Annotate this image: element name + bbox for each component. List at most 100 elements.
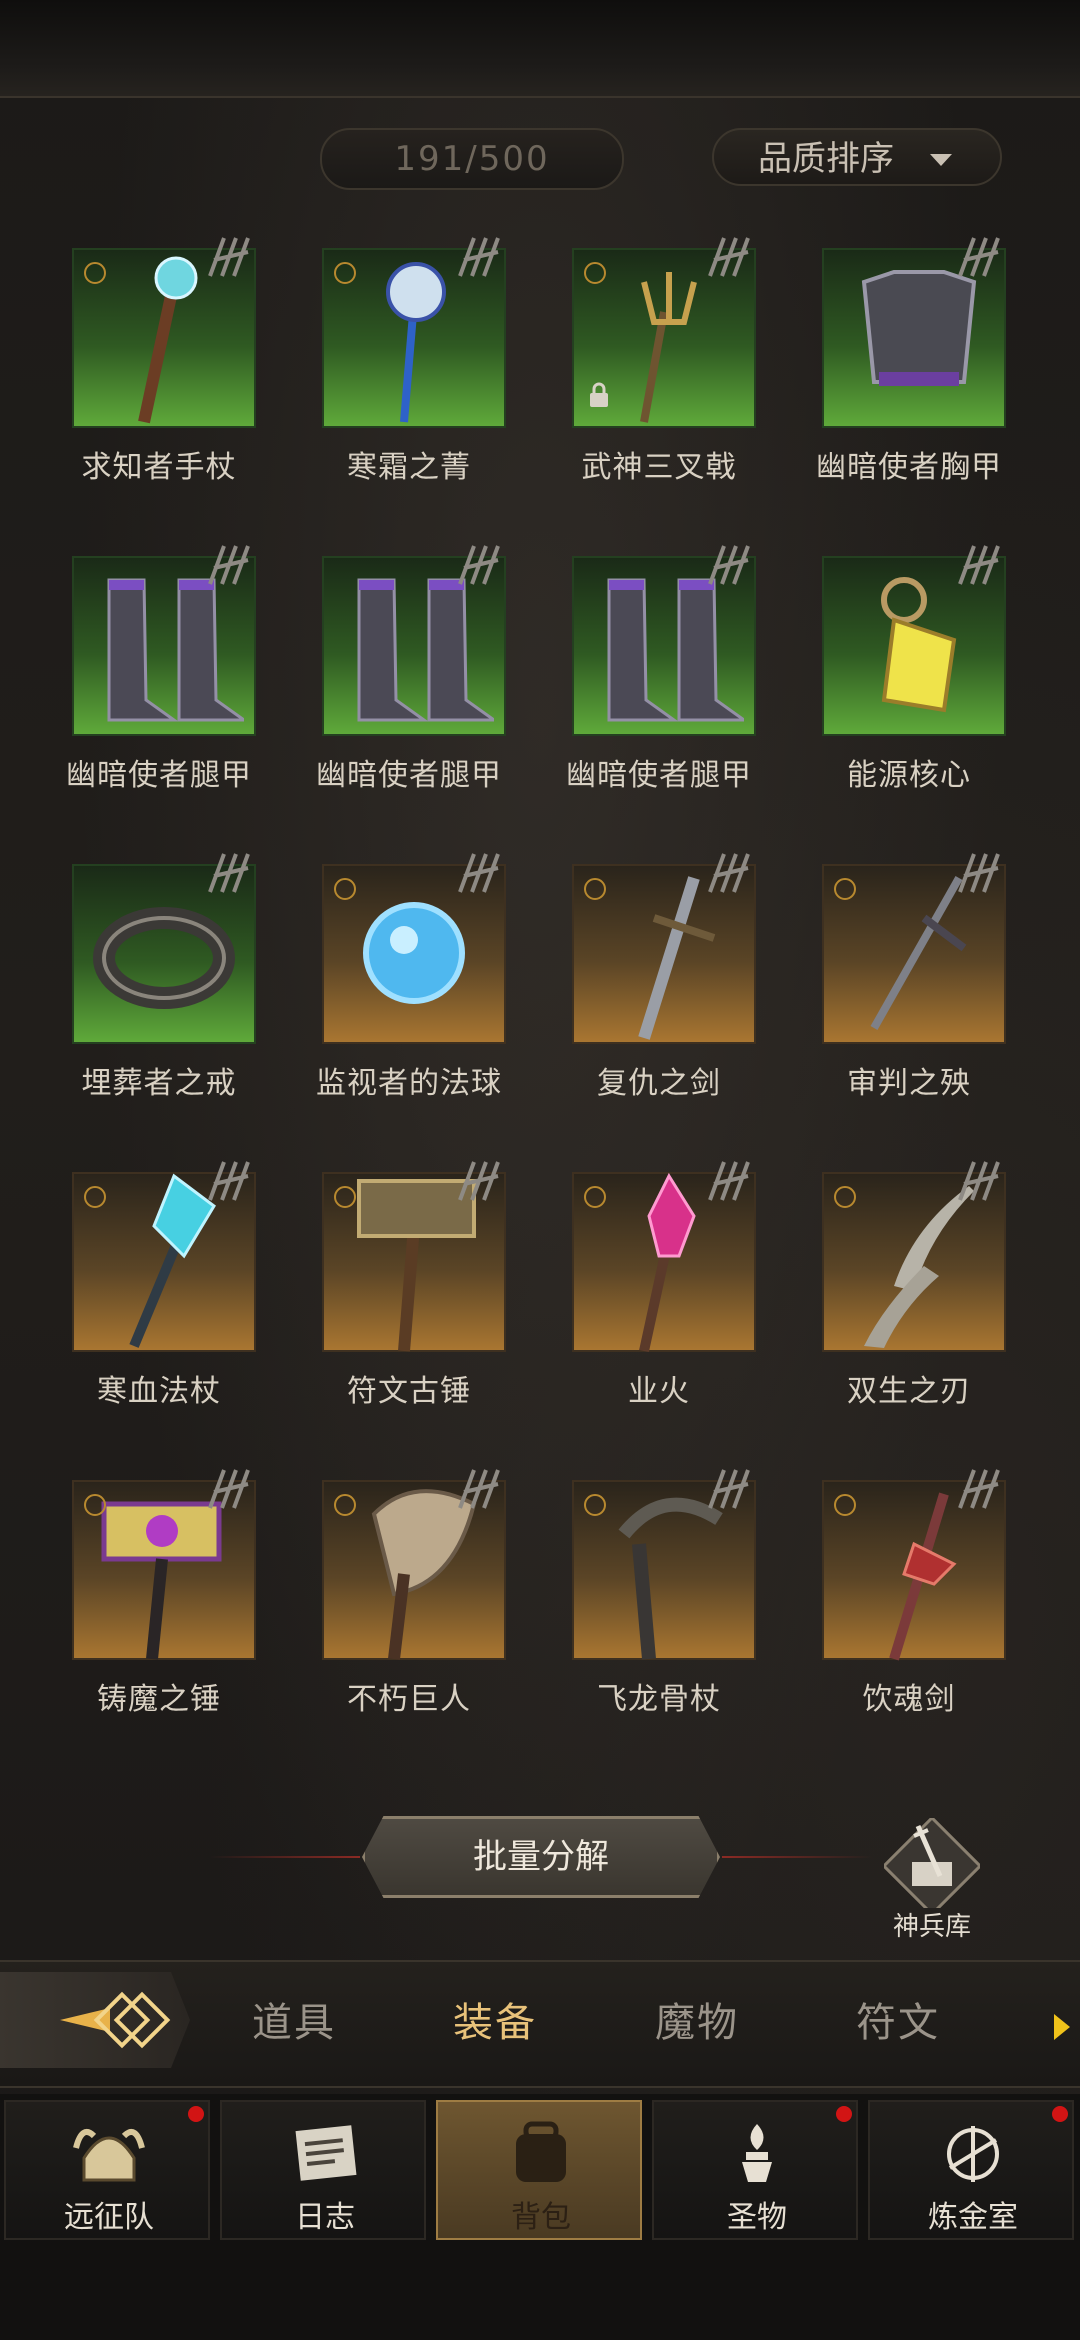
helmet-icon (73, 2129, 145, 2182)
equipment-item[interactable]: 双生之刃 (804, 1156, 1014, 1426)
relic-icon (742, 2124, 772, 2182)
rune-emblem-icon (708, 853, 750, 893)
select-checkbox[interactable] (334, 262, 356, 284)
nav-label: 圣物 (727, 2200, 787, 2235)
equipment-item[interactable]: 寒血法杖 (54, 1156, 264, 1426)
item-name: 幽暗使者腿甲 (316, 758, 502, 793)
equipment-item[interactable]: 幽暗使者腿甲 (54, 540, 264, 810)
rune-emblem-icon (958, 853, 1000, 893)
rune-emblem-icon (208, 1469, 250, 1509)
backpack-icon (516, 2121, 566, 2182)
item-name: 幽暗使者胸甲 (816, 450, 1002, 485)
select-checkbox[interactable] (584, 262, 606, 284)
rune-emblem-icon (458, 1469, 500, 1509)
nav-item-scroll[interactable]: 日志 (220, 2100, 426, 2240)
notification-badge (188, 2106, 204, 2122)
equipment-item[interactable]: 不朽巨人 (304, 1464, 514, 1734)
select-checkbox[interactable] (584, 1494, 606, 1516)
equipment-item[interactable]: 幽暗使者胸甲 (804, 232, 1014, 502)
item-name: 审判之殃 (847, 1066, 971, 1101)
scroll-right-icon[interactable] (1054, 2014, 1070, 2040)
equipment-item[interactable]: 业火 (554, 1156, 764, 1426)
nav-item-relic[interactable]: 圣物 (652, 2100, 858, 2240)
item-name: 监视者的法球 (316, 1066, 502, 1101)
rune-emblem-icon (958, 545, 1000, 585)
rune-emblem-icon (208, 1161, 250, 1201)
lock-icon (590, 382, 608, 407)
equipment-item[interactable]: 符文古锤 (304, 1156, 514, 1426)
inventory-count: 191/500 (320, 128, 624, 190)
tab-monsters[interactable]: 魔物 (627, 1990, 767, 2048)
select-checkbox[interactable] (84, 1186, 106, 1208)
tab-items[interactable]: 道具 (224, 1990, 364, 2048)
nav-item-backpack[interactable]: 背包 (436, 2100, 642, 2240)
equipment-item[interactable]: 求知者手杖 (54, 232, 264, 502)
equipment-item[interactable]: 能源核心 (804, 540, 1014, 810)
notification-badge (1052, 2106, 1068, 2122)
item-name: 能源核心 (847, 758, 971, 793)
select-checkbox[interactable] (584, 878, 606, 900)
back-tab-button[interactable] (0, 1972, 190, 2068)
divider-left (210, 1856, 360, 1858)
equipment-item[interactable]: 监视者的法球 (304, 848, 514, 1118)
select-checkbox[interactable] (834, 1186, 856, 1208)
select-checkbox[interactable] (584, 1186, 606, 1208)
tab-runes[interactable]: 符文 (828, 1990, 968, 2048)
sort-dropdown[interactable]: 品质排序 (712, 128, 1002, 186)
nav-label: 远征队 (64, 2200, 154, 2235)
chevron-down-icon (930, 154, 952, 166)
item-name: 幽暗使者腿甲 (566, 758, 752, 793)
select-checkbox[interactable] (334, 1494, 356, 1516)
batch-dismantle-button[interactable]: 批量分解 (362, 1816, 720, 1898)
select-checkbox[interactable] (334, 1186, 356, 1208)
equipment-item[interactable]: 武神三叉戟 (554, 232, 764, 502)
item-name: 武神三叉戟 (581, 450, 737, 485)
nav-item-helmet[interactable]: 远征队 (4, 2100, 210, 2240)
rune-emblem-icon (458, 1161, 500, 1201)
tab-equipment[interactable]: 装备 (425, 1990, 565, 2048)
nav-label: 日志 (295, 2200, 355, 2235)
item-name: 幽暗使者腿甲 (66, 758, 252, 793)
item-name: 符文古锤 (347, 1374, 471, 1409)
rune-emblem-icon (708, 1469, 750, 1509)
rune-emblem-icon (208, 237, 250, 277)
item-name: 业火 (628, 1374, 690, 1409)
scroll-icon (295, 2125, 357, 2181)
item-name: 不朽巨人 (347, 1682, 471, 1717)
rune-emblem-icon (458, 545, 500, 585)
rune-emblem-icon (458, 853, 500, 893)
equipment-item[interactable]: 铸魔之锤 (54, 1464, 264, 1734)
item-name: 复仇之剑 (597, 1066, 721, 1101)
equipment-item[interactable]: 幽暗使者腿甲 (554, 540, 764, 810)
equipment-item[interactable]: 复仇之剑 (554, 848, 764, 1118)
notification-badge (836, 2106, 852, 2122)
item-name: 寒血法杖 (97, 1374, 221, 1409)
item-name: 求知者手杖 (81, 450, 237, 485)
arsenal-icon (881, 1815, 983, 1917)
select-checkbox[interactable] (84, 262, 106, 284)
item-name: 埋葬者之戒 (81, 1066, 237, 1101)
item-name: 铸魔之锤 (97, 1682, 221, 1717)
select-checkbox[interactable] (334, 878, 356, 900)
equipment-item[interactable]: 埋葬者之戒 (54, 848, 264, 1118)
nav-label: 背包 (511, 2200, 571, 2235)
equipment-item[interactable]: 饮魂剑 (804, 1464, 1014, 1734)
select-checkbox[interactable] (834, 1494, 856, 1516)
rune-emblem-icon (708, 545, 750, 585)
rune-emblem-icon (958, 1469, 1000, 1509)
select-checkbox[interactable] (834, 878, 856, 900)
divider-right (722, 1856, 872, 1858)
rune-emblem-icon (208, 853, 250, 893)
select-checkbox[interactable] (84, 1494, 106, 1516)
rune-emblem-icon (958, 1161, 1000, 1201)
equipment-item[interactable]: 寒霜之菁 (304, 232, 514, 502)
equipment-item[interactable]: 飞龙骨杖 (554, 1464, 764, 1734)
arsenal-button[interactable]: 神兵库 (881, 1815, 983, 1942)
equipment-item[interactable]: 幽暗使者腿甲 (304, 540, 514, 810)
sort-label: 品质排序 (758, 139, 894, 179)
equipment-item[interactable]: 审判之殃 (804, 848, 1014, 1118)
rune-emblem-icon (708, 237, 750, 277)
rune-emblem-icon (958, 237, 1000, 277)
nav-item-alchemy[interactable]: 炼金室 (868, 2100, 1074, 2240)
rune-emblem-icon (208, 545, 250, 585)
